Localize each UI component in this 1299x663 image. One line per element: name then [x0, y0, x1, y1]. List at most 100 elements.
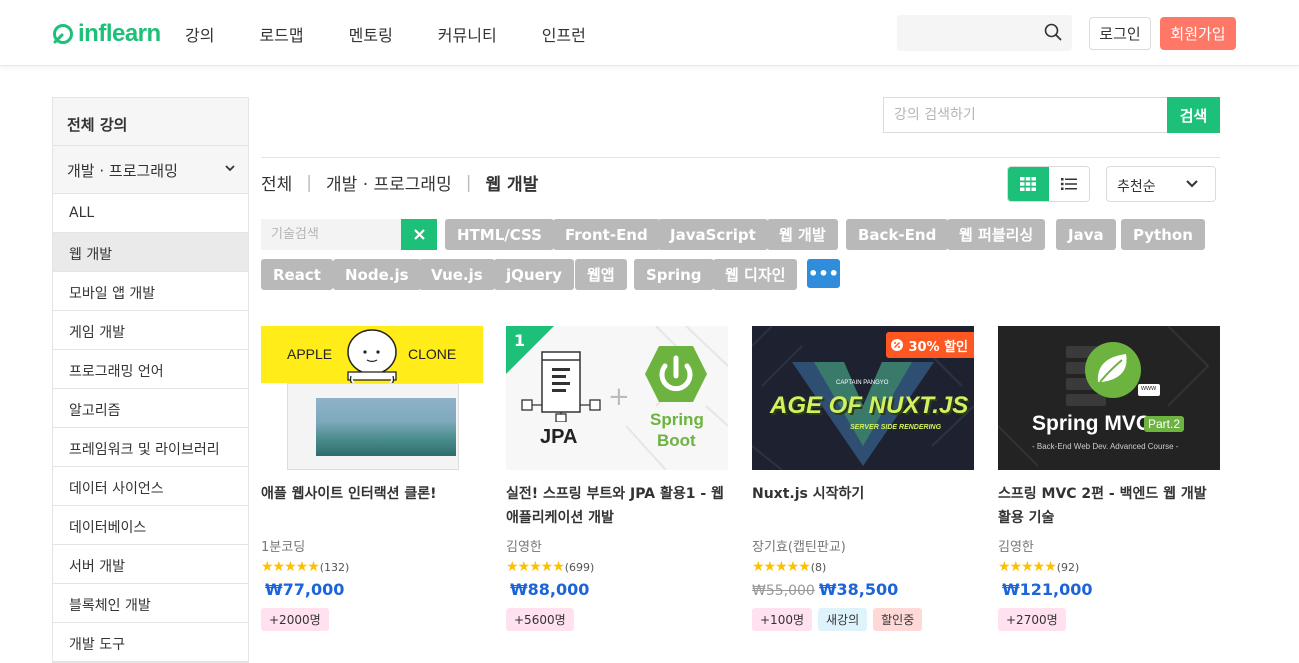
tag-filter[interactable]: Spring — [634, 259, 714, 290]
nav-courses[interactable]: 강의 — [185, 22, 214, 46]
login-button[interactable]: 로그인 — [1089, 17, 1151, 50]
course-rating: ★★★★★ (132) — [261, 559, 483, 575]
course-price: ₩77,000 — [261, 580, 483, 602]
thumb-text-captain: CAPTAIN PANGYO — [836, 380, 889, 386]
thumb-text-subtitle: SERVER SIDE RENDERING — [850, 424, 942, 431]
inflearn-logo[interactable]: inflearn — [52, 20, 161, 48]
signup-button[interactable]: 회원가입 — [1160, 17, 1236, 50]
tag-search-input[interactable] — [261, 219, 401, 250]
rating-count: (699) — [564, 560, 595, 574]
tag-filter[interactable]: HTML/CSS — [445, 219, 554, 250]
breadcrumb-separator: | — [465, 172, 472, 193]
course-title[interactable]: Nuxt.js 시작하기 — [752, 482, 974, 530]
logo-text: inflearn — [78, 20, 161, 47]
course-current-price: ₩38,500 — [818, 580, 899, 599]
sidebar-item-mobile[interactable]: 모바일 앱 개발 — [53, 272, 248, 311]
sidebar-all-courses[interactable]: 전체 강의 — [53, 98, 248, 146]
course-thumbnail[interactable]: www Spring MVC Part.2 - Back-End Web Dev… — [998, 326, 1220, 470]
tag-filter[interactable]: 웹 디자인 — [713, 259, 798, 290]
main-nav: 강의 로드맵 멘토링 커뮤니티 인프런 — [185, 22, 631, 46]
sidebar-item-game[interactable]: 게임 개발 — [53, 311, 248, 350]
nav-roadmap[interactable]: 로드맵 — [259, 22, 303, 46]
course-title[interactable]: 애플 웹사이트 인터랙션 클론! — [261, 482, 483, 530]
sidebar-item-database[interactable]: 데이터베이스 — [53, 506, 248, 545]
list-view-button[interactable] — [1049, 167, 1090, 201]
nav-inflearn[interactable]: 인프런 — [542, 22, 586, 46]
sort-select[interactable]: 추천순 — [1106, 166, 1216, 202]
course-rating: ★★★★★ (8) — [752, 559, 974, 575]
thumb-text-title: AGE OF NUXT.JS — [770, 392, 969, 419]
course-thumbnail[interactable]: CAPTAIN PANGYO AGE OF NUXT.JS SERVER SID… — [752, 326, 974, 470]
students-badge: +100명 — [752, 608, 812, 631]
tag-filter[interactable]: Java — [1056, 219, 1116, 250]
nav-mentoring[interactable]: 멘토링 — [349, 22, 393, 46]
grid-view-button[interactable] — [1008, 167, 1049, 201]
course-instructor: 김영한 — [998, 540, 1034, 555]
new-course-badge: 새강의 — [818, 608, 868, 631]
breadcrumb: 전체 | 개발 · 프로그래밍 | 웹 개발 — [261, 170, 538, 196]
sidebar-item-algorithm[interactable]: 알고리즘 — [53, 389, 248, 428]
sidebar-item-framework[interactable]: 프레임워크 및 라이브러리 — [53, 428, 248, 467]
tag-filter[interactable]: jQuery — [494, 259, 574, 290]
sort-select-value: 추천순 — [1117, 179, 1156, 195]
spring-power-icon — [645, 346, 707, 402]
discount-text: 30% 할인 — [908, 339, 968, 355]
website-screenshot — [287, 383, 459, 470]
tag-filter[interactable]: 웹 개발 — [767, 219, 838, 250]
students-badge: +5600명 — [506, 608, 574, 631]
header-search-input[interactable] — [897, 15, 1072, 51]
sidebar-item-web[interactable]: 웹 개발 — [53, 233, 248, 272]
course-search-bar: 검색 — [883, 97, 1220, 133]
star-rating-icon: ★★★★★ — [506, 559, 565, 575]
tag-filter[interactable]: Node.js — [333, 259, 421, 290]
course-search-input[interactable] — [883, 97, 1167, 133]
database-diagram-icon — [521, 351, 601, 422]
sidebar-item-data-science[interactable]: 데이터 사이언스 — [53, 467, 248, 506]
tag-search — [261, 219, 437, 250]
course-price: ₩55,000 ₩38,500 — [752, 580, 974, 602]
tag-filter[interactable]: Front-End — [553, 219, 660, 250]
star-rating-icon: ★★★★★ — [752, 559, 811, 575]
tag-filter[interactable]: Vue.js — [419, 259, 495, 290]
sidebar-category-dev[interactable]: 개발 · 프로그래밍 — [53, 146, 248, 194]
course-card[interactable]: CAPTAIN PANGYO AGE OF NUXT.JS SERVER SID… — [752, 326, 974, 631]
course-card[interactable]: APPLE CLONE 애플 웹사이트 인터랙션 클론! 1분코딩 ★★★★★ … — [261, 326, 483, 631]
course-card[interactable]: 1 JPA + Spring Boot 실전! 스프링 부트와 JPA 활용1 … — [506, 326, 728, 631]
sidebar-category-label: 개발 · 프로그래밍 — [67, 162, 178, 180]
thumb-text-clone: CLONE — [408, 346, 457, 362]
breadcrumb-dev[interactable]: 개발 · 프로그래밍 — [326, 170, 452, 195]
course-old-price: ₩55,000 — [752, 583, 815, 599]
course-thumbnail[interactable]: 1 JPA + Spring Boot — [506, 326, 728, 470]
cartoon-character-icon — [347, 329, 397, 385]
tag-filter[interactable]: React — [261, 259, 333, 290]
tag-filter[interactable]: Python — [1121, 219, 1205, 250]
more-tags-button[interactable]: ••• — [807, 259, 840, 288]
tag-filter[interactable]: Back-End — [846, 219, 949, 250]
course-title[interactable]: 실전! 스프링 부트와 JPA 활용1 - 웹 애플리케이션 개발 — [506, 482, 728, 530]
nav-community[interactable]: 커뮤니티 — [438, 22, 497, 46]
sidebar-item-language[interactable]: 프로그래밍 언어 — [53, 350, 248, 389]
landscape-photo — [316, 398, 456, 456]
thumb-text-boot: Boot — [657, 431, 696, 450]
tag-filter[interactable]: 웹 퍼블리싱 — [947, 219, 1046, 250]
course-current-price: ₩88,000 — [510, 580, 590, 599]
rank-number: 1 — [514, 331, 526, 350]
sidebar-item-all[interactable]: ALL — [53, 194, 248, 233]
breadcrumb-all[interactable]: 전체 — [261, 170, 292, 195]
thumb-text-apple: APPLE — [287, 346, 333, 362]
course-search-button[interactable]: 검색 — [1167, 97, 1220, 133]
thumb-text-www: www — [1141, 385, 1157, 392]
tag-filter[interactable]: 웹앱 — [575, 259, 627, 290]
search-icon[interactable] — [1044, 23, 1062, 41]
tag-search-clear-button[interactable] — [401, 219, 437, 250]
rating-count: (92) — [1056, 560, 1080, 574]
tag-filter[interactable]: JavaScript — [658, 219, 768, 250]
course-card[interactable]: www Spring MVC Part.2 - Back-End Web Dev… — [998, 326, 1220, 631]
course-instructor: 장기효(캡틴판교) — [752, 540, 846, 555]
thumb-text-title: Spring MVC — [1032, 412, 1151, 435]
sidebar-item-server[interactable]: 서버 개발 — [53, 545, 248, 584]
sidebar-item-devtools[interactable]: 개발 도구 — [53, 623, 248, 662]
course-thumbnail[interactable]: APPLE CLONE — [261, 326, 483, 470]
sidebar-item-blockchain[interactable]: 블록체인 개발 — [53, 584, 248, 623]
course-title[interactable]: 스프링 MVC 2편 - 백엔드 웹 개발 활용 기술 — [998, 482, 1220, 530]
